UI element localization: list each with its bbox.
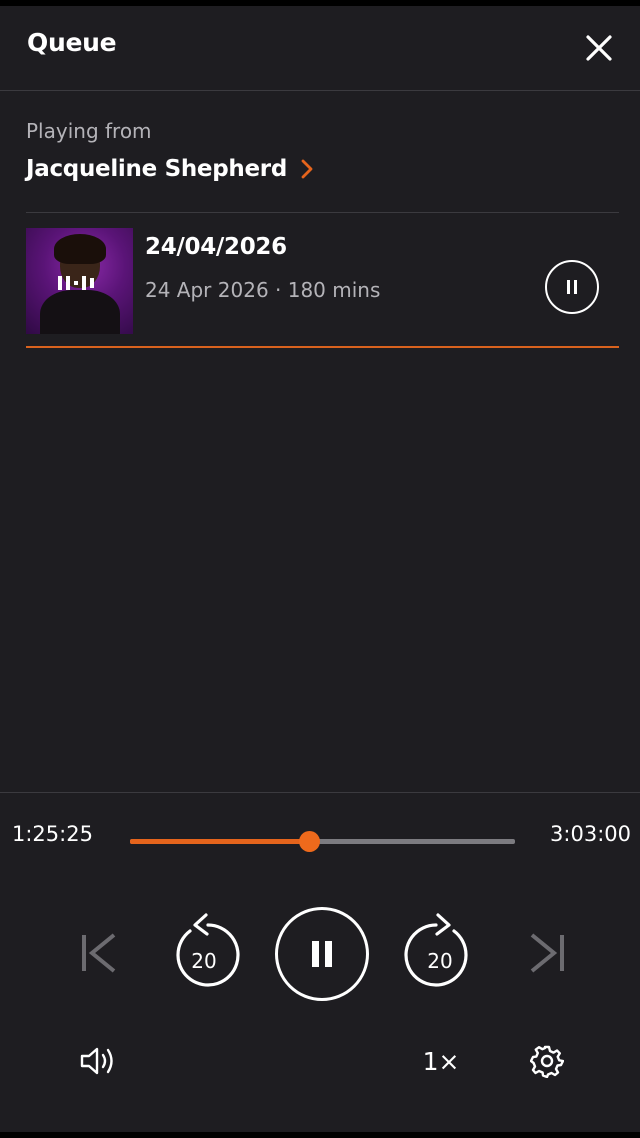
settings-button[interactable] xyxy=(525,1039,569,1083)
volume-icon xyxy=(80,1047,113,1075)
progress-handle[interactable] xyxy=(299,831,321,852)
rewind-20-button[interactable]: 20 xyxy=(168,911,240,989)
playing-from-label: Playing from xyxy=(26,119,152,143)
forward-20-button[interactable]: 20 xyxy=(404,911,476,989)
player-controls: 1:25:25 3:03:00 20 20 1× xyxy=(0,792,640,1133)
page-title: Queue xyxy=(27,28,117,57)
queue-item-meta: 24 Apr 2026 · 180 mins xyxy=(145,278,381,302)
elapsed-time: 1:25:25 xyxy=(12,822,93,846)
gear-icon xyxy=(530,1045,564,1078)
next-button[interactable] xyxy=(524,927,572,979)
source-name: Jacqueline Shepherd xyxy=(26,156,287,182)
skip-next-icon xyxy=(530,933,564,973)
progress-scrubber[interactable] xyxy=(130,831,515,852)
previous-button[interactable] xyxy=(74,927,122,979)
total-time: 3:03:00 xyxy=(550,822,631,846)
pause-button[interactable] xyxy=(275,907,369,1001)
header: Queue xyxy=(0,6,640,91)
forward-seconds-label: 20 xyxy=(427,949,453,973)
queue-item-title: 24/04/2026 xyxy=(145,234,287,260)
episode-thumbnail xyxy=(26,228,133,334)
close-button[interactable] xyxy=(578,27,620,69)
close-icon xyxy=(586,35,612,61)
pause-icon xyxy=(312,941,332,967)
source-link[interactable]: Jacqueline Shepherd xyxy=(26,152,313,186)
now-playing-icon xyxy=(58,276,94,290)
playback-speed-button[interactable]: 1× xyxy=(414,1039,468,1083)
queue-item-progress xyxy=(26,346,619,348)
queue-screen: Queue Playing from Jacqueline Shepherd 2… xyxy=(0,6,640,1132)
chevron-right-icon xyxy=(301,159,313,179)
item-pause-button[interactable] xyxy=(545,260,599,314)
rewind-seconds-label: 20 xyxy=(191,949,217,973)
queue-item[interactable]: 24/04/2026 24 Apr 2026 · 180 mins xyxy=(26,226,619,348)
volume-button[interactable] xyxy=(76,1039,120,1083)
progress-fill xyxy=(130,839,310,844)
pause-icon xyxy=(567,280,577,294)
skip-previous-icon xyxy=(82,933,116,973)
divider xyxy=(26,212,619,213)
